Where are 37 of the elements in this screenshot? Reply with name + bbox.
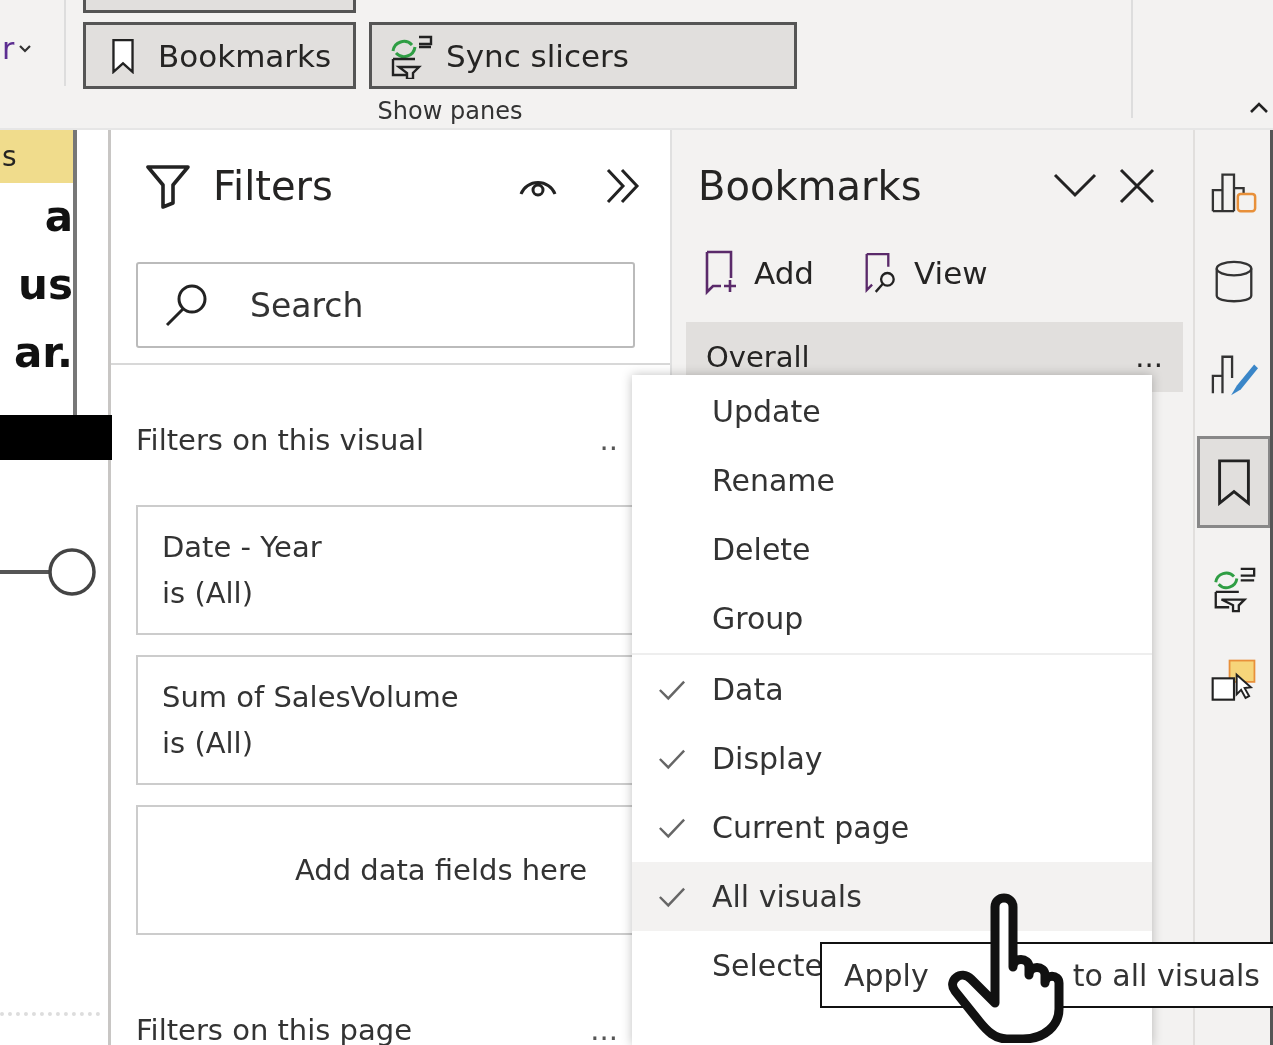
slider-handle[interactable] xyxy=(0,547,97,597)
view-button[interactable]: View xyxy=(864,250,988,296)
menu-item[interactable]: All visuals xyxy=(632,862,1152,931)
bookmark-name: Overall xyxy=(706,340,811,374)
visual-text: ar. xyxy=(12,327,73,379)
check-icon xyxy=(658,885,686,908)
visual-text: us xyxy=(17,259,73,311)
add-button[interactable]: Add xyxy=(704,250,815,296)
check-icon xyxy=(658,747,686,770)
filter-condition: is (All) xyxy=(162,576,253,610)
filter-field: Sum of SalesVolume xyxy=(162,680,459,714)
collapse-ribbon-icon[interactable] xyxy=(1249,102,1269,114)
section-title: Filters on this visual xyxy=(136,423,426,457)
ribbon-button[interactable]: Sync slicers xyxy=(369,22,797,89)
visual-title: s xyxy=(2,140,17,173)
close-icon[interactable] xyxy=(1119,168,1155,204)
filter-icon xyxy=(145,163,191,209)
chevron-down-icon[interactable] xyxy=(18,44,33,54)
check-icon xyxy=(658,816,686,839)
more-options[interactable]: ... xyxy=(1135,340,1163,374)
pane-title: Filters xyxy=(213,163,334,209)
visual-text: a xyxy=(43,191,73,243)
tooltip-text: to all visuals xyxy=(1072,957,1260,993)
pane-button[interactable] xyxy=(1197,436,1271,528)
ribbon-label: r xyxy=(2,32,15,66)
bookmark-icon xyxy=(110,37,136,74)
pane-title: Bookmarks xyxy=(698,163,923,209)
search-field[interactable]: Search xyxy=(136,262,635,348)
ribbon-button[interactable] xyxy=(83,0,356,13)
ribbon-button[interactable]: Bookmarks xyxy=(83,22,356,89)
more-options[interactable]: ... xyxy=(590,1013,618,1045)
check-icon xyxy=(658,678,686,701)
filter-field: Date - Year xyxy=(162,530,322,564)
more-options[interactable]: .. xyxy=(599,423,618,457)
tooltip-text: Apply xyxy=(844,957,929,993)
group-label: Show panes xyxy=(376,97,524,125)
filter-condition: is (All) xyxy=(162,726,253,760)
